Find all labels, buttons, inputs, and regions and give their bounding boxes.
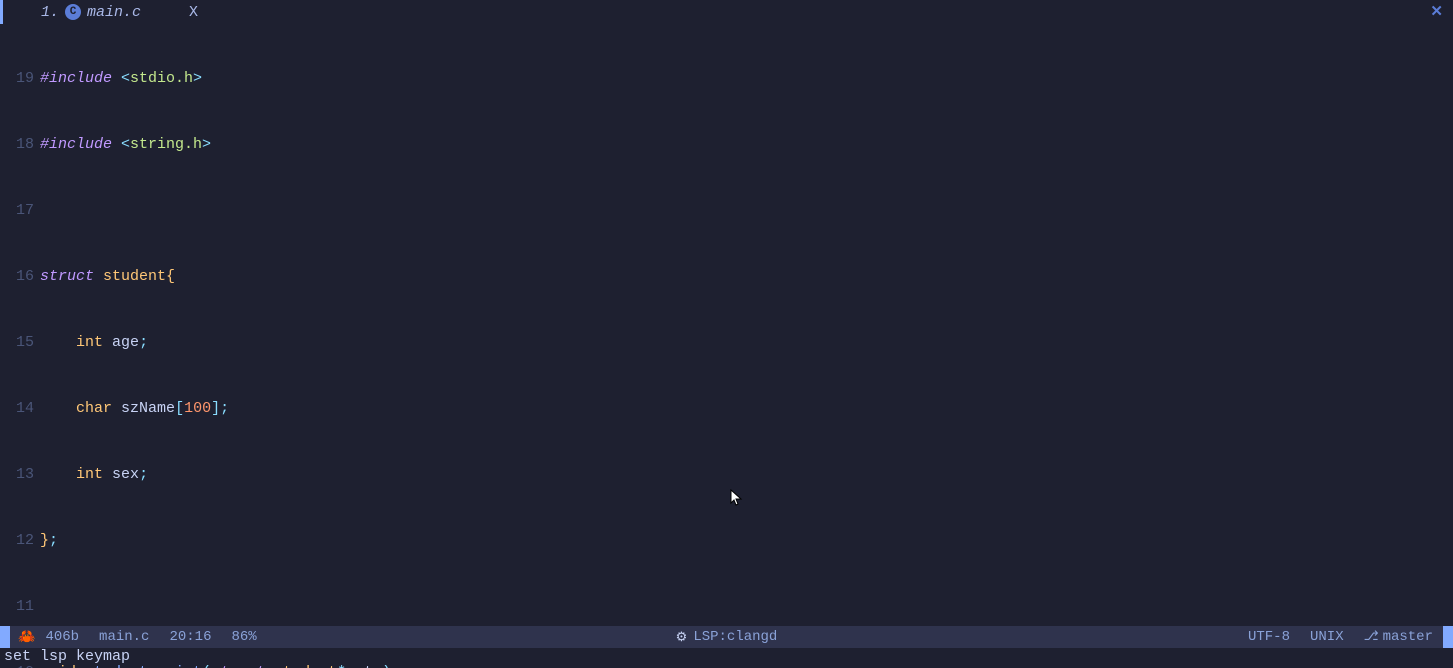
status-filename: main.c <box>89 629 159 645</box>
code-line[interactable]: void student_print(struct student* stu) <box>40 662 1453 668</box>
tab-filename: main.c <box>87 4 141 21</box>
status-cursor-pos: 20:16 <box>159 629 221 645</box>
lsp-server: clangd <box>727 629 777 645</box>
code-line[interactable] <box>40 200 1453 222</box>
editor[interactable]: 19 18 17 16 15 14 13 12 11 10 9 8 7 6 5 … <box>0 24 1453 626</box>
mode-indicator <box>0 626 10 648</box>
close-icon[interactable]: X <box>189 4 198 21</box>
mode-indicator-end <box>1443 626 1453 648</box>
code-line[interactable]: #include <string.h> <box>40 134 1453 156</box>
status-line: 🦀 406b main.c 20:16 86% ⚙ LSP: clangd UT… <box>0 626 1453 648</box>
code-line[interactable]: int age; <box>40 332 1453 354</box>
tab-bar: 1. C main.c X ✕ <box>0 0 1453 24</box>
gutter-line: 14 <box>0 398 34 420</box>
gutter-line: 11 <box>0 596 34 618</box>
code-line[interactable] <box>40 596 1453 618</box>
gutter-line: 13 <box>0 464 34 486</box>
code-area[interactable]: #include <stdio.h> #include <string.h> s… <box>40 24 1453 626</box>
gutter-line: 18 <box>0 134 34 156</box>
c-file-icon: C <box>65 4 81 20</box>
gutter-line: 19 <box>0 68 34 90</box>
gutter-line: 15 <box>0 332 34 354</box>
git-branch: master <box>1383 629 1433 645</box>
code-line[interactable]: int sex; <box>40 464 1453 486</box>
git-branch-icon: ⎇ <box>1364 629 1379 644</box>
code-line[interactable]: }; <box>40 530 1453 552</box>
status-lsp: ⚙ LSP: clangd <box>676 629 778 645</box>
status-git: ⎇ master <box>1354 629 1443 645</box>
gutter-line: 16 <box>0 266 34 288</box>
code-line[interactable]: char szName[100]; <box>40 398 1453 420</box>
mouse-cursor-icon <box>730 489 744 507</box>
status-filesize: 406b <box>35 629 89 645</box>
status-os: UNIX <box>1300 629 1354 645</box>
line-gutter: 19 18 17 16 15 14 13 12 11 10 9 8 7 6 5 … <box>0 24 40 626</box>
tab-index: 1. <box>41 4 59 21</box>
status-encoding: UTF-8 <box>1238 629 1300 645</box>
gear-icon: ⚙ <box>676 630 688 645</box>
code-line[interactable]: struct student{ <box>40 266 1453 288</box>
close-all-icon[interactable]: ✕ <box>1430 2 1443 21</box>
tab-main-c[interactable]: 1. C main.c X <box>3 0 206 24</box>
status-percent: 86% <box>221 629 266 645</box>
gutter-line: 12 <box>0 530 34 552</box>
crab-icon: 🦀 <box>10 629 35 646</box>
code-line[interactable]: #include <stdio.h> <box>40 68 1453 90</box>
lsp-label: LSP: <box>693 629 727 645</box>
gutter-line: 17 <box>0 200 34 222</box>
